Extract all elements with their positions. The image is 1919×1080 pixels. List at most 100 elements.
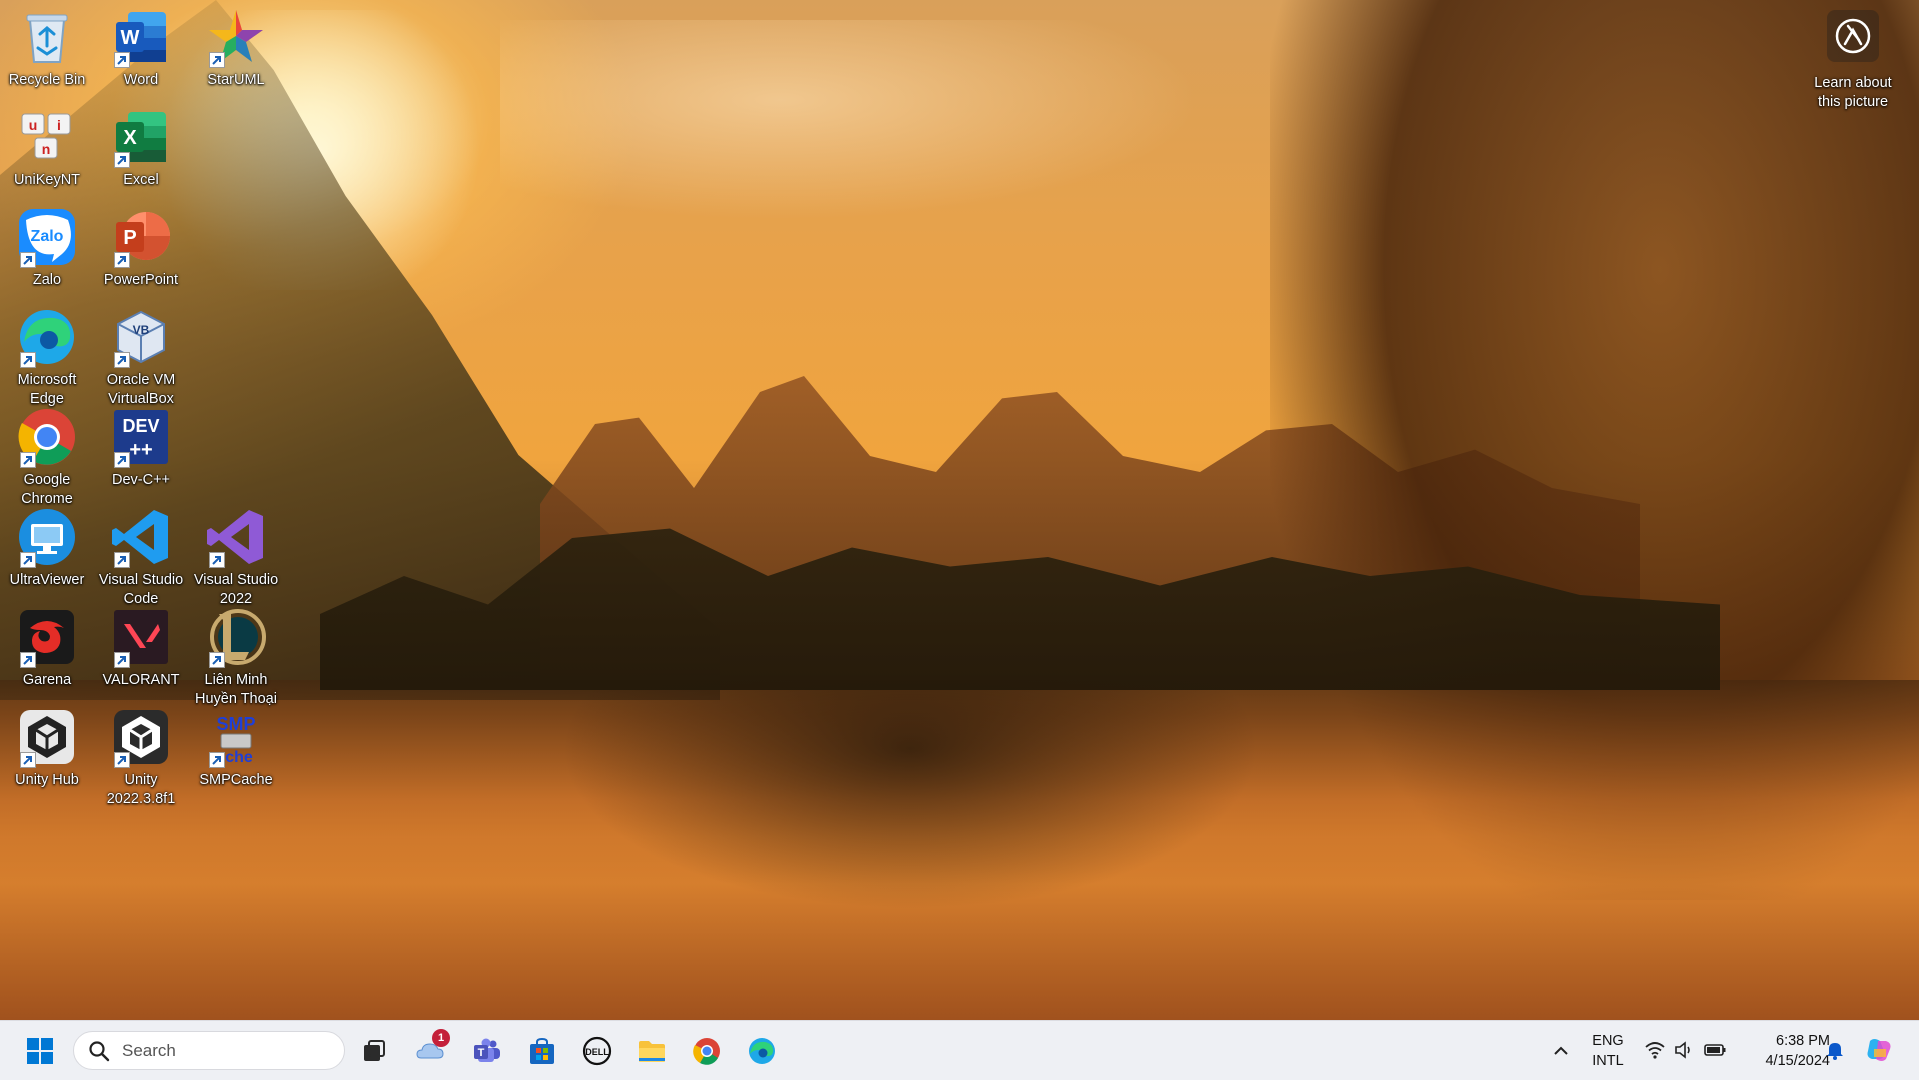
svg-text:W: W	[121, 27, 140, 49]
vscode-icon	[110, 506, 172, 568]
shortcut-arrow-icon	[20, 252, 36, 268]
svg-text:VB: VB	[133, 323, 150, 337]
taskbar: Search 1 T DELL ENG INTL 6:38 PM 4/15/20…	[0, 1020, 1919, 1080]
icon-label: Excel	[123, 172, 159, 188]
icon-label: UltraViewer	[9, 572, 85, 588]
icon-label: Visual Studio 2022	[193, 572, 279, 607]
icon-label: Word	[123, 72, 159, 88]
taskbar-dell[interactable]: DELL	[575, 1029, 619, 1073]
task-view-icon	[364, 1040, 385, 1061]
desktop-icon-powerpoint[interactable]: P PowerPoint	[94, 206, 188, 290]
svg-text:i: i	[57, 117, 61, 133]
desktop-icon-unikeynt[interactable]: u in UniKeyNT	[0, 106, 94, 190]
icon-label: PowerPoint	[103, 272, 179, 288]
svg-text:X: X	[123, 127, 137, 149]
search-placeholder: Search	[122, 1040, 176, 1060]
icon-label: Garena	[22, 672, 72, 688]
desktop-icon-visual-studio-2022[interactable]: Visual Studio 2022	[189, 506, 283, 609]
wifi-icon[interactable]	[1643, 1038, 1667, 1062]
svg-text:DEV: DEV	[122, 416, 159, 436]
shortcut-arrow-icon	[209, 52, 225, 68]
desktop-icon-staruml[interactable]: StarUML	[189, 6, 283, 90]
shortcut-arrow-icon	[20, 552, 36, 568]
shortcut-arrow-icon	[114, 552, 130, 568]
desktop-icon-garena[interactable]: Garena	[0, 606, 94, 690]
desktop-icon-unity-hub[interactable]: Unity Hub	[0, 706, 94, 790]
icon-label: Microsoft Edge	[17, 372, 77, 407]
shortcut-arrow-icon	[20, 652, 36, 668]
notifications-icon[interactable]	[1823, 1038, 1847, 1062]
icon-label: UniKeyNT	[13, 172, 81, 188]
staruml-icon	[205, 6, 267, 68]
battery-icon[interactable]	[1703, 1038, 1727, 1062]
desktop-icon-recycle-bin[interactable]: Recycle Bin	[0, 6, 94, 90]
icon-label: SMPCache	[199, 772, 273, 788]
start-button[interactable]	[18, 1029, 62, 1073]
svg-text:u: u	[29, 117, 38, 133]
learn-about-picture[interactable]: Learn about this picture	[1798, 10, 1908, 112]
store-icon	[530, 1037, 554, 1064]
show-hidden-icons[interactable]	[1549, 1039, 1573, 1063]
desktop-icon-zalo[interactable]: Zalo Zalo	[0, 206, 94, 290]
icon-label: Visual Studio Code	[98, 572, 184, 607]
taskbar-edge[interactable]	[740, 1029, 784, 1073]
copilot-icon[interactable]	[1864, 1035, 1894, 1065]
folder-icon	[639, 1041, 665, 1062]
desktop-icon-lien-minh-huyen-thoai[interactable]: Liên Minh Huyền Thoại	[189, 606, 283, 709]
svg-text:T: T	[478, 1047, 485, 1059]
desktop-icon-ultraviewer[interactable]: UltraViewer	[0, 506, 94, 590]
desktop-icon-visual-studio-code[interactable]: Visual Studio Code	[94, 506, 188, 609]
language-secondary: INTL	[1592, 1053, 1624, 1069]
shortcut-arrow-icon	[114, 752, 130, 768]
svg-text:Zalo: Zalo	[31, 228, 64, 245]
taskbar-onedrive[interactable]: 1	[408, 1029, 452, 1073]
clock[interactable]: 6:38 PM 4/15/2024	[1736, 1031, 1830, 1071]
shortcut-arrow-icon	[114, 52, 130, 68]
icon-label: VALORANT	[102, 672, 180, 688]
shortcut-arrow-icon	[114, 652, 130, 668]
taskbar-chrome[interactable]	[685, 1029, 729, 1073]
shortcut-arrow-icon	[20, 352, 36, 368]
taskbar-file-explorer[interactable]	[630, 1029, 674, 1073]
desktop-icon-valorant[interactable]: VALORANT	[94, 606, 188, 690]
unity-icon	[110, 706, 172, 768]
devcpp-icon: DEV ++	[110, 406, 172, 468]
garena-icon	[16, 606, 78, 668]
shortcut-arrow-icon	[209, 652, 225, 668]
windows-start-icon	[27, 1038, 53, 1064]
shortcut-arrow-icon	[209, 552, 225, 568]
shortcut-arrow-icon	[20, 752, 36, 768]
chrome-icon	[16, 406, 78, 468]
desktop-icon-oracle-vm-virtualbox[interactable]: VB Oracle VM VirtualBox	[94, 306, 188, 409]
icon-label: StarUML	[207, 72, 265, 88]
notification-badge: 1	[432, 1029, 450, 1047]
desktop-icon-unity[interactable]: Unity 2022.3.8f1	[94, 706, 188, 809]
taskbar-microsoft-store[interactable]	[520, 1029, 564, 1073]
svg-text:P: P	[123, 227, 136, 249]
shortcut-arrow-icon	[114, 252, 130, 268]
desktop-icon-google-chrome[interactable]: Google Chrome	[0, 406, 94, 509]
wallpaper-reflection	[560, 680, 1260, 910]
language-indicator[interactable]: ENG INTL	[1588, 1031, 1628, 1071]
icon-label: Recycle Bin	[8, 72, 86, 88]
desktop: Recycle Bin u in UniKeyNT Zalo Zalo Micro…	[0, 0, 1919, 1020]
volume-icon[interactable]	[1672, 1038, 1696, 1062]
icon-label: Unity Hub	[15, 772, 79, 788]
visual-studio-icon	[205, 506, 267, 568]
desktop-icon-dev-cpp[interactable]: DEV ++ Dev-C++	[94, 406, 188, 490]
desktop-icon-word[interactable]: W Word	[94, 6, 188, 90]
search-icon	[89, 1040, 110, 1061]
icon-label: Zalo	[32, 272, 62, 288]
teams-icon: T	[474, 1038, 500, 1062]
desktop-icon-smpcache[interactable]: SMP che SMPCache	[189, 706, 283, 790]
taskbar-task-view[interactable]	[352, 1029, 396, 1073]
svg-text:DELL: DELL	[585, 1047, 609, 1057]
taskbar-search[interactable]: Search	[73, 1031, 345, 1070]
shortcut-arrow-icon	[114, 452, 130, 468]
desktop-icon-microsoft-edge[interactable]: Microsoft Edge	[0, 306, 94, 409]
smpcache-icon: SMP che	[205, 706, 267, 768]
valorant-icon	[110, 606, 172, 668]
desktop-icon-excel[interactable]: X Excel	[94, 106, 188, 190]
svg-text:SMP: SMP	[216, 714, 255, 734]
taskbar-teams[interactable]: T	[465, 1029, 509, 1073]
